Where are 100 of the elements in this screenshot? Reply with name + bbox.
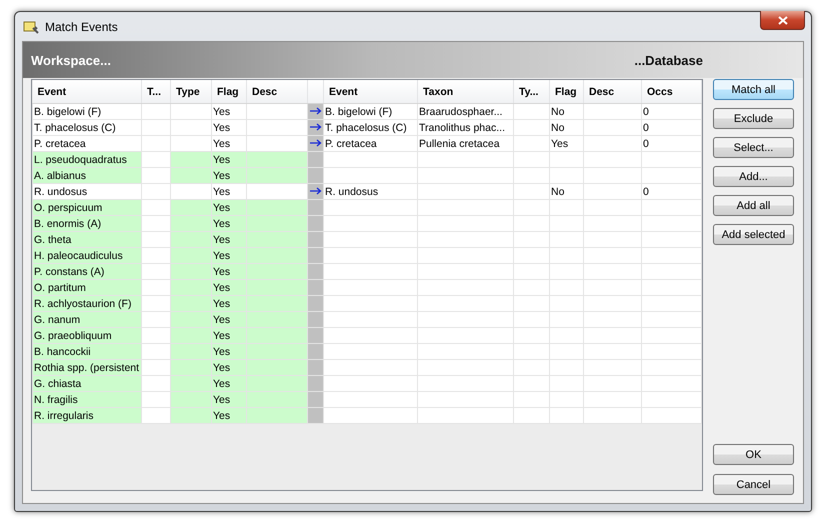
- table-cell: Yes: [212, 248, 246, 264]
- table-cell: Yes: [212, 392, 246, 408]
- table-cell: [584, 360, 642, 376]
- table-cell: O. partitum: [32, 280, 142, 296]
- column-header[interactable]: T...: [142, 80, 170, 104]
- dialog-button[interactable]: Cancel: [713, 474, 794, 495]
- table-cell: [142, 408, 170, 424]
- table-cell: [584, 392, 642, 408]
- table-cell: Yes: [212, 376, 246, 392]
- table-cell: [170, 408, 212, 424]
- table-cell: Yes: [212, 200, 246, 216]
- table-cell: [550, 296, 584, 312]
- table-cell: [170, 200, 212, 216]
- table-cell: 0: [642, 136, 702, 152]
- action-button[interactable]: Exclude: [713, 108, 794, 129]
- arrow-icon: [310, 138, 322, 146]
- action-button[interactable]: Add...: [713, 166, 794, 187]
- table-cell: O. perspicuum: [32, 200, 142, 216]
- arrow-icon: [310, 186, 322, 194]
- table-cell: [142, 168, 170, 184]
- table-cell: [142, 328, 170, 344]
- table-cell: [584, 280, 642, 296]
- table-cell: [584, 136, 642, 152]
- action-button[interactable]: Select...: [713, 137, 794, 158]
- table-cell: [550, 408, 584, 424]
- dialog-button[interactable]: OK: [713, 444, 794, 465]
- table-cell: Yes: [212, 168, 246, 184]
- table-cell: [584, 152, 642, 168]
- table-cell: [584, 376, 642, 392]
- table-cell: Yes: [212, 312, 246, 328]
- column-header[interactable]: Ty...: [514, 80, 550, 104]
- close-icon: [778, 16, 788, 24]
- table-cell: N. fragilis: [32, 392, 142, 408]
- table-cell: [514, 328, 550, 344]
- table-cell: B. hancockii: [32, 344, 142, 360]
- table-cell: [142, 200, 170, 216]
- table-cell: [550, 280, 584, 296]
- table-cell: Yes: [212, 296, 246, 312]
- table-cell: [550, 232, 584, 248]
- table-cell: [550, 152, 584, 168]
- table-cell: Yes: [212, 216, 246, 232]
- table-cell: [170, 392, 212, 408]
- database-heading: ...Database: [634, 52, 703, 68]
- table-cell: L. pseudoquadratus: [32, 152, 142, 168]
- table-cell: [514, 408, 550, 424]
- column-header[interactable]: Desc: [584, 80, 642, 104]
- table-cell: [584, 232, 642, 248]
- table-cell: [584, 120, 642, 136]
- table-cell: Yes: [212, 264, 246, 280]
- column-header[interactable]: Taxon: [418, 80, 514, 104]
- column-header[interactable]: Occs: [642, 80, 702, 104]
- table-cell: [142, 312, 170, 328]
- table-cell: Yes: [212, 184, 246, 200]
- column-header[interactable]: Event: [32, 80, 142, 104]
- table-cell: [142, 120, 170, 136]
- table-cell: [514, 232, 550, 248]
- table-cell: [584, 104, 642, 120]
- table-cell: G. chiasta: [32, 376, 142, 392]
- table-cell: 0: [642, 120, 702, 136]
- table-cell: B. bigelowi (F): [32, 104, 142, 120]
- table-cell: [170, 152, 212, 168]
- table-cell: No: [550, 120, 584, 136]
- table-cell: [550, 168, 584, 184]
- table-cell: [170, 120, 212, 136]
- table-cell: G. nanum: [32, 312, 142, 328]
- arrow-icon: [310, 106, 322, 114]
- table-cell: [170, 296, 212, 312]
- column-header[interactable]: Flag: [212, 80, 246, 104]
- table-cell: [550, 376, 584, 392]
- table-cell: [550, 344, 584, 360]
- table-cell: 0: [642, 104, 702, 120]
- table-cell: B. enormis (A): [32, 216, 142, 232]
- table-cell: [142, 184, 170, 200]
- close-button[interactable]: [760, 11, 805, 30]
- table-cell: [142, 360, 170, 376]
- table-cell: Yes: [212, 232, 246, 248]
- table-cell: [584, 216, 642, 232]
- table-cell: Pullenia cretacea: [418, 136, 514, 152]
- table-cell: Yes: [212, 280, 246, 296]
- column-header[interactable]: Flag: [550, 80, 584, 104]
- table-cell: [170, 328, 212, 344]
- table-cell: [514, 168, 550, 184]
- table-cell: [550, 360, 584, 376]
- workspace-heading: Workspace...: [31, 52, 111, 68]
- action-button[interactable]: Add all: [713, 195, 794, 216]
- table-cell: Yes: [550, 136, 584, 152]
- table-cell: P. constans (A): [32, 264, 142, 280]
- table-cell: T. phacelosus (C): [32, 120, 142, 136]
- table-cell: [142, 280, 170, 296]
- column-header[interactable]: Desc: [246, 80, 308, 104]
- table-cell: B. bigelowi (F): [324, 104, 418, 120]
- action-button[interactable]: Add selected: [713, 224, 794, 245]
- action-button[interactable]: Match all: [713, 79, 794, 100]
- table-cell: A. albianus: [32, 168, 142, 184]
- column-header[interactable]: Event: [324, 80, 418, 104]
- column-header[interactable]: Type: [170, 80, 212, 104]
- table-cell: [170, 168, 212, 184]
- table-cell: [514, 312, 550, 328]
- window-title: Match Events: [45, 20, 118, 34]
- table-cell: G. praeobliquum: [32, 328, 142, 344]
